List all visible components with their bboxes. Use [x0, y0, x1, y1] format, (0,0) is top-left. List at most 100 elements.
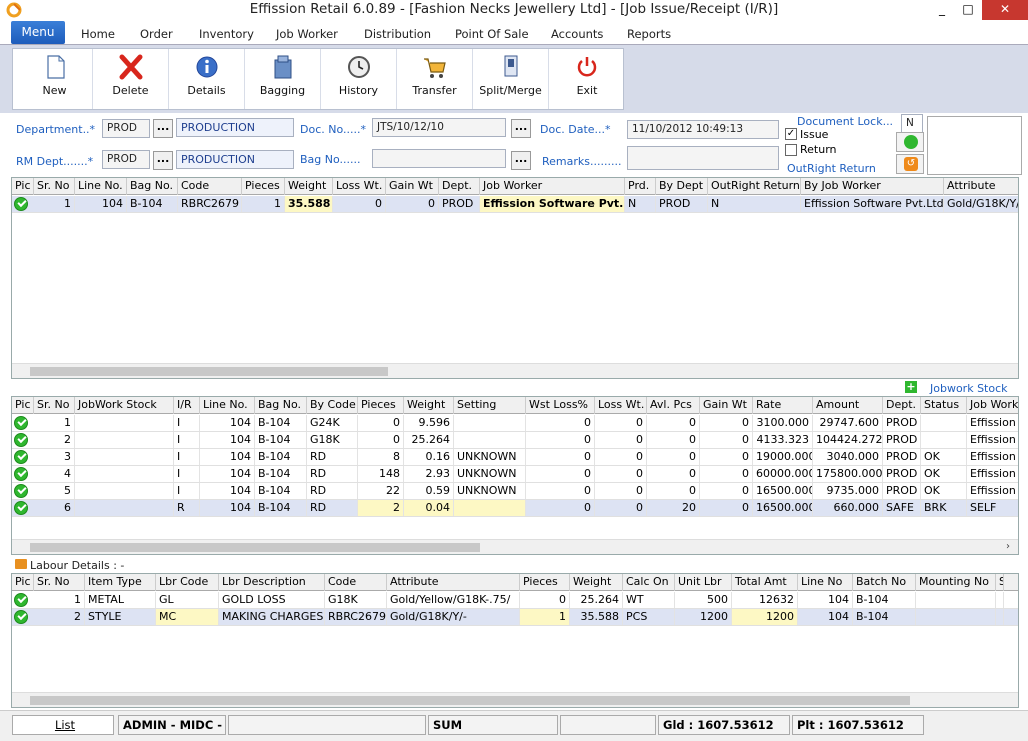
col-outright-return[interactable]: OutRight Return: [708, 178, 801, 195]
department-code-field[interactable]: PROD: [102, 119, 150, 138]
col-pieces[interactable]: Pieces: [358, 397, 404, 414]
department-name-field[interactable]: PRODUCTION: [176, 118, 294, 137]
scroll-thumb[interactable]: [30, 543, 480, 552]
labour-grid-hscrollbar[interactable]: [12, 692, 1018, 707]
item-grid-hscrollbar[interactable]: [12, 363, 1018, 378]
col-avl-pcs[interactable]: Avl. Pcs: [647, 397, 700, 414]
menu-tab-job-worker[interactable]: Job Worker: [276, 27, 338, 41]
bagging-button[interactable]: Bagging: [245, 49, 321, 109]
col-lbr-description[interactable]: Lbr Description: [219, 574, 325, 591]
col-pic[interactable]: Pic: [12, 574, 34, 591]
col-pieces[interactable]: Pieces: [242, 178, 285, 195]
col-dept[interactable]: Dept.: [883, 397, 921, 414]
col-calc-on[interactable]: Calc On: [623, 574, 675, 591]
menu-tab-accounts[interactable]: Accounts: [551, 27, 603, 41]
col-bag-no[interactable]: Bag No.: [127, 178, 178, 195]
col-line-no[interactable]: Line No.: [200, 397, 255, 414]
col-job-worker[interactable]: Job Worker: [480, 178, 625, 195]
col-code[interactable]: Code: [178, 178, 242, 195]
col-jobwork-stock[interactable]: JobWork Stock: [75, 397, 174, 414]
col-job-worker[interactable]: Job Worker: [967, 397, 1018, 414]
scroll-right-icon[interactable]: ›: [1006, 541, 1010, 552]
col-line-no[interactable]: Line No: [798, 574, 853, 591]
table-row[interactable]: 3 I 104 B-104 RD 8 0.16 UNKNOWN 0 0 0 0 19000.000 304…: [12, 449, 1018, 466]
table-row[interactable]: 6 R 104 B-104 RD 2 0.04 0 0 20 0 16500.000 660.000 SA…: [12, 500, 1018, 517]
col-unit-lbr[interactable]: Unit Lbr: [675, 574, 732, 591]
col-wst-loss[interactable]: Wst Loss%: [526, 397, 595, 414]
delete-button[interactable]: Delete: [93, 49, 169, 109]
doc-date-field[interactable]: 11/10/2012 10:49:13: [627, 120, 779, 139]
col-gain-wt[interactable]: Gain Wt: [386, 178, 439, 195]
split-merge-button[interactable]: Split/Merge: [473, 49, 549, 109]
col-status[interactable]: Status: [921, 397, 967, 414]
col-total-amt[interactable]: Total Amt: [732, 574, 798, 591]
table-row[interactable]: 1 METAL GL GOLD LOSS G18K Gold/Yellow/G18K-.7…: [12, 592, 1018, 609]
col-weight[interactable]: Weight: [404, 397, 454, 414]
menu-tab-order[interactable]: Order: [140, 27, 173, 41]
col-by-code[interactable]: By Code: [307, 397, 358, 414]
col-item-type[interactable]: Item Type: [85, 574, 156, 591]
col-sr-no[interactable]: Sr. No: [34, 574, 85, 591]
bag-no-field[interactable]: [372, 149, 506, 168]
new-button[interactable]: New: [17, 49, 93, 109]
col-attribute[interactable]: Attribute: [944, 178, 1018, 195]
remarks-field[interactable]: [627, 146, 779, 170]
col-i-r[interactable]: I/R: [174, 397, 200, 414]
col-attribute[interactable]: Attribute: [387, 574, 520, 591]
col-code[interactable]: Code: [325, 574, 387, 591]
col-sla[interactable]: Sla: [996, 574, 1004, 591]
table-row[interactable]: 5 I 104 B-104 RD 22 0.59 UNKNOWN 0 0 0 0 16500.000 97…: [12, 483, 1018, 500]
return-checkbox[interactable]: [785, 144, 797, 156]
col-by-dept[interactable]: By Dept: [656, 178, 708, 195]
menu-tab-menu[interactable]: Menu: [11, 21, 65, 44]
col-setting[interactable]: Setting: [454, 397, 526, 414]
table-row[interactable]: 1 I 104 B-104 G24K 0 9.596 0 0 0 0 3100.000 29747.60…: [12, 415, 1018, 432]
table-row[interactable]: 4 I 104 B-104 RD 148 2.93 UNKNOWN 0 0 0 0 60000.000 1…: [12, 466, 1018, 483]
jobwork-grid-hscrollbar[interactable]: ›: [12, 539, 1018, 554]
col-gain-wt[interactable]: Gain Wt: [700, 397, 753, 414]
jobwork-stock-link[interactable]: Jobwork Stock: [930, 382, 1008, 395]
menu-tab-inventory[interactable]: Inventory: [199, 27, 254, 41]
details-button[interactable]: Details: [169, 49, 245, 109]
col-mounting-no[interactable]: Mounting No: [916, 574, 996, 591]
col-weight[interactable]: Weight: [285, 178, 333, 195]
rm-dept-name-field[interactable]: PRODUCTION: [176, 150, 294, 169]
table-row[interactable]: 2 STYLE MC MAKING CHARGES RBRC2679 Gold/G18K/…: [12, 609, 1018, 626]
table-row[interactable]: 2 I 104 B-104 G18K 0 25.264 0 0 0 0 4133.323 104424.…: [12, 432, 1018, 449]
doc-no-field[interactable]: JTS/10/12/10: [372, 118, 506, 137]
exit-button[interactable]: Exit: [549, 49, 625, 109]
col-sr-no[interactable]: Sr. No: [34, 397, 75, 414]
col-pieces[interactable]: Pieces: [520, 574, 570, 591]
scroll-thumb[interactable]: [30, 696, 910, 705]
menu-tab-distribution[interactable]: Distribution: [364, 27, 431, 41]
issue-checkbox[interactable]: ✓: [785, 128, 797, 140]
col-by-job-worker[interactable]: By Job Worker: [801, 178, 944, 195]
menu-tab-point-of-sale[interactable]: Point Of Sale: [455, 27, 529, 41]
col-loss-wt[interactable]: Loss Wt.: [595, 397, 647, 414]
col-prd[interactable]: Prd.: [625, 178, 656, 195]
cell-job-worker[interactable]: Effission Software Pvt.Ltd: [480, 196, 625, 212]
bag-no-browse-button[interactable]: ...: [511, 151, 531, 170]
transfer-button[interactable]: Transfer: [397, 49, 473, 109]
document-lock-field[interactable]: N: [901, 114, 923, 133]
menu-tab-home[interactable]: Home: [81, 27, 115, 41]
undo-button[interactable]: ↺: [896, 154, 924, 174]
col-sr-no[interactable]: Sr. No: [34, 178, 75, 195]
cell-weight[interactable]: 35.588: [285, 196, 333, 212]
add-icon[interactable]: +: [905, 381, 917, 393]
confirm-button[interactable]: [896, 132, 924, 152]
table-row[interactable]: 1 104 B-104 RBRC2679 1 35.588 0 0 PROD E…: [12, 196, 1018, 213]
minimize-button[interactable]: _: [928, 0, 956, 20]
maximize-button[interactable]: □: [954, 0, 982, 20]
col-dept[interactable]: Dept.: [439, 178, 480, 195]
doc-no-browse-button[interactable]: ...: [511, 119, 531, 138]
rm-dept-code-field[interactable]: PROD: [102, 150, 150, 169]
col-line-no[interactable]: Line No.: [75, 178, 127, 195]
scroll-thumb[interactable]: [30, 367, 388, 376]
col-loss-wt[interactable]: Loss Wt.: [333, 178, 386, 195]
department-browse-button[interactable]: ...: [153, 119, 173, 138]
col-weight[interactable]: Weight: [570, 574, 623, 591]
col-bag-no[interactable]: Bag No.: [255, 397, 307, 414]
rm-dept-browse-button[interactable]: ...: [153, 151, 173, 170]
close-button[interactable]: ✕: [982, 0, 1028, 20]
